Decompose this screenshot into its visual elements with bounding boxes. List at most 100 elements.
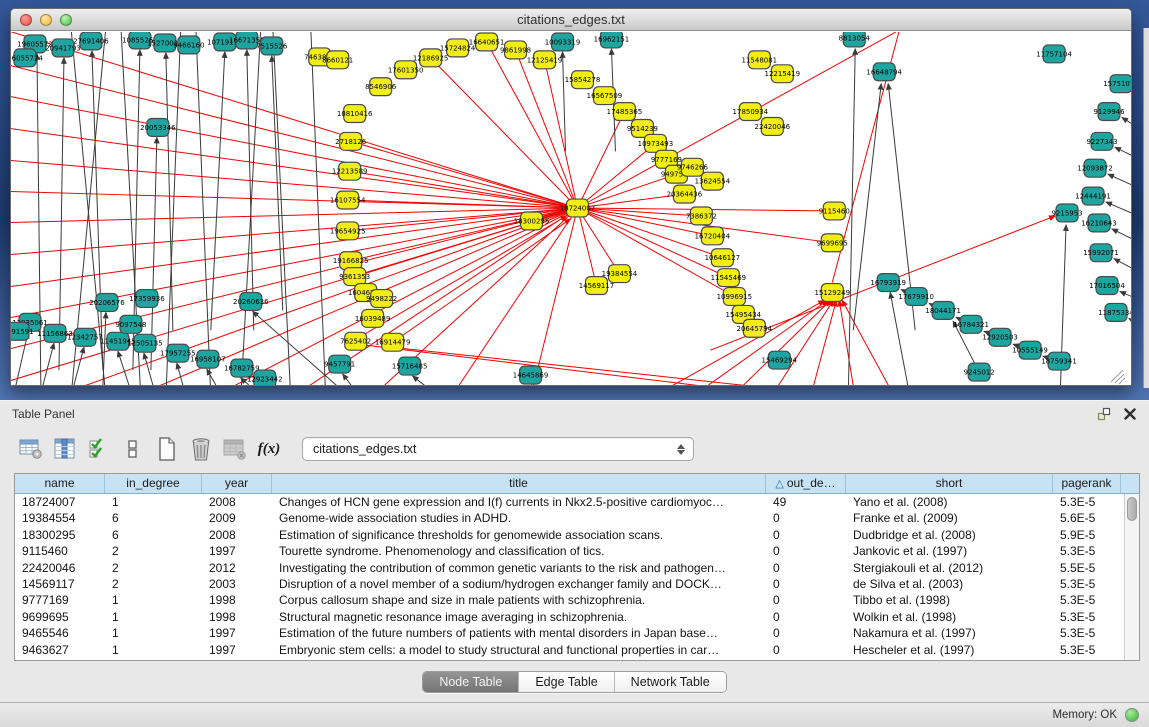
column-header-pagerank[interactable]: pagerank xyxy=(1053,474,1121,493)
graph-node[interactable]: 2718126 xyxy=(335,132,366,150)
graph-node[interactable]: 11757104 xyxy=(1036,45,1072,63)
vertical-scrollbar[interactable] xyxy=(1124,494,1139,660)
graph-node[interactable]: 16567509 xyxy=(587,87,623,105)
create-column-button[interactable] xyxy=(152,434,182,464)
column-header-short[interactable]: short xyxy=(846,474,1053,493)
graph-node[interactable]: 12215419 xyxy=(765,65,801,83)
table-row[interactable]: 1456911722003Disruption of a novel membe… xyxy=(15,576,1124,592)
graph-node[interactable]: 15469294 xyxy=(762,351,798,369)
svg-text:9361353: 9361353 xyxy=(339,273,370,281)
column-header-in_degree[interactable]: in_degree xyxy=(105,474,202,493)
column-header-name[interactable]: name xyxy=(15,474,105,493)
graph-node[interactable]: 16962151 xyxy=(594,32,630,48)
graph-node[interactable]: 9457791 xyxy=(324,355,355,373)
graph-node[interactable]: 12093872 xyxy=(1077,159,1113,177)
graph-node[interactable]: 15716485 xyxy=(392,357,428,375)
graph-node[interactable]: 7386372 xyxy=(686,207,717,225)
graph-node[interactable]: 7515526 xyxy=(256,37,287,55)
graph-node[interactable]: 17601350 xyxy=(388,61,424,79)
graph-node[interactable]: 8660121 xyxy=(322,51,353,69)
table-row[interactable]: 2242004622012Investigating the contribut… xyxy=(15,560,1124,576)
graph-node[interactable]: 9129946 xyxy=(1093,103,1124,121)
table-row[interactable]: 946554611997Estimation of the future num… xyxy=(15,625,1124,641)
cell-short: Yano et al. (2008) xyxy=(846,494,1053,510)
graph-node[interactable]: 10555149 xyxy=(1012,341,1048,359)
graph-node[interactable]: 18810416 xyxy=(337,105,373,123)
graph-node[interactable]: 15751074 xyxy=(1103,75,1131,93)
network-window-titlebar[interactable]: citations_edges.txt xyxy=(11,9,1131,31)
svg-text:16567509: 16567509 xyxy=(587,92,623,100)
memory-ok-indicator-icon[interactable] xyxy=(1125,708,1139,722)
graph-node[interactable]: 11875334 xyxy=(1098,303,1131,321)
close-panel-button[interactable] xyxy=(1121,406,1139,422)
column-header-title[interactable]: title xyxy=(272,474,766,493)
graph-node[interactable]: 10093319 xyxy=(545,33,581,51)
graph-node[interactable]: 9498222 xyxy=(366,290,397,308)
table-row[interactable]: 911546021997Tourette syndrome. Phenomeno… xyxy=(15,543,1124,559)
graph-node[interactable]: 15129249 xyxy=(814,284,850,302)
graph-node[interactable]: 14645869 xyxy=(513,366,549,384)
graph-node[interactable]: 16648794 xyxy=(866,63,902,81)
graph-node[interactable]: 12444191 xyxy=(1075,187,1111,205)
table-row[interactable]: 946362711997Embryonic stem cells: a mode… xyxy=(15,642,1124,658)
graph-node[interactable]: 20364436 xyxy=(667,185,703,203)
graph-node[interactable]: 9361353 xyxy=(339,268,370,286)
column-visibility-button[interactable] xyxy=(50,434,80,464)
scrollbar-thumb[interactable] xyxy=(1127,497,1137,521)
table-header-row: namein_degreeyeartitle△out_de…shortpager… xyxy=(15,474,1139,494)
graph-node[interactable]: 9227343 xyxy=(1086,132,1117,150)
function-builder-button[interactable]: f(x) xyxy=(254,434,284,464)
graph-node[interactable]: 9115460 xyxy=(819,202,850,220)
graph-node[interactable]: 17485365 xyxy=(607,103,643,121)
table-row[interactable]: 969969511998Structural magnetic resonanc… xyxy=(15,609,1124,625)
graph-node[interactable]: 19654925 xyxy=(330,222,366,240)
graph-node[interactable]: 20260636 xyxy=(233,293,269,311)
network-graph-canvas[interactable]: 1872400719605572209417932769140610855267… xyxy=(11,31,1131,385)
select-all-button[interactable] xyxy=(84,434,114,464)
column-header-out_degree[interactable]: △out_de… xyxy=(766,474,846,493)
svg-text:9746266: 9746266 xyxy=(677,164,708,172)
graph-node[interactable]: 8813054 xyxy=(839,32,871,47)
graph-node[interactable]: 16720404 xyxy=(695,227,731,245)
cell-pagerank: 5.5E-5 xyxy=(1053,560,1121,576)
graph-node[interactable]: 9245012 xyxy=(964,363,995,381)
graph-node[interactable]: 10646127 xyxy=(705,249,741,267)
graph-node[interactable]: 10996915 xyxy=(717,288,753,306)
table-options-button[interactable] xyxy=(16,434,46,464)
delete-column-button[interactable] xyxy=(186,434,216,464)
table-row[interactable]: 977716911998Corpus callosum shape and si… xyxy=(15,592,1124,608)
graph-node[interactable]: 15992071 xyxy=(1083,244,1119,262)
svg-text:20941793: 20941793 xyxy=(45,44,81,52)
graph-node[interactable]: 16210643 xyxy=(1081,214,1117,232)
citation-network-graph[interactable]: 1872400719605572209417932769140610855267… xyxy=(11,32,1131,385)
table-source-select[interactable]: citations_edges.txt xyxy=(302,437,694,461)
graph-node[interactable]: 16039489 xyxy=(355,309,391,327)
table-row[interactable]: 1872400712008Changes of HCN gene express… xyxy=(15,494,1124,510)
column-header-year[interactable]: year xyxy=(202,474,272,493)
table-row[interactable]: 1938455462009Genome-wide association stu… xyxy=(15,510,1124,526)
graph-node[interactable]: 16107554 xyxy=(330,191,366,209)
svg-text:12215419: 12215419 xyxy=(765,70,801,78)
graph-node[interactable]: 12920503 xyxy=(982,328,1018,346)
graph-node[interactable]: 22420046 xyxy=(755,118,791,136)
row-display-button[interactable] xyxy=(118,434,148,464)
graph-node[interactable]: 9699695 xyxy=(817,234,848,252)
float-panel-button[interactable] xyxy=(1095,406,1113,422)
graph-node[interactable]: 11548081 xyxy=(742,51,778,69)
tab-network-table[interactable]: Network Table xyxy=(615,672,726,692)
tab-node-table[interactable]: Node Table xyxy=(423,672,519,692)
graph-node[interactable]: 9466160 xyxy=(173,36,204,54)
graph-node[interactable]: 20053346 xyxy=(140,119,176,137)
graph-node[interactable]: 15854278 xyxy=(565,71,601,89)
graph-node[interactable]: 12125419 xyxy=(527,51,563,69)
table-row[interactable]: 1830029562008Estimation of significance … xyxy=(15,527,1124,543)
graph-node[interactable]: 18759341 xyxy=(1041,352,1077,370)
graph-node[interactable]: 9215953 xyxy=(1051,204,1082,222)
cell-pagerank: 5.9E-5 xyxy=(1053,527,1121,543)
cell-out_degree: 0 xyxy=(766,642,846,658)
graph-node[interactable]: 8546906 xyxy=(365,78,396,96)
graph-node[interactable]: 9097548 xyxy=(115,315,146,333)
graph-node[interactable]: 7625402 xyxy=(340,332,371,350)
tab-edge-table[interactable]: Edge Table xyxy=(519,672,614,692)
delete-table-button[interactable] xyxy=(220,434,250,464)
